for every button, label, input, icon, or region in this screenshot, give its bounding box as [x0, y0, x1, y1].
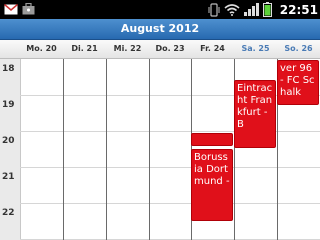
week-grid[interactable]: 18 19 20 21 22 Borussia Dortmund - Eintr… [0, 59, 320, 240]
wifi-icon [224, 4, 240, 16]
month-title: August 2012 [120, 22, 200, 35]
event-title: Borussia Dortmund - [194, 152, 230, 187]
hour-label-22: 22 [2, 208, 15, 218]
day-label: So. 26 [284, 44, 313, 53]
hour-gridline [20, 167, 320, 168]
day-label: Fr. 24 [200, 44, 225, 53]
day-label: Sa. 25 [241, 44, 270, 53]
briefcase-icon [22, 3, 35, 15]
month-title-bar[interactable]: August 2012 [0, 19, 320, 40]
day-header-mo-20[interactable]: Mo. 20 [20, 40, 63, 58]
hour-label-19: 19 [2, 100, 15, 110]
day-label: Di. 21 [71, 44, 98, 53]
day-header-fr-24[interactable]: Fr. 24 [191, 40, 234, 58]
day-label: Mo. 20 [26, 44, 57, 53]
day-label: Do. 23 [155, 44, 185, 53]
day-header-mi-22[interactable]: Mi. 22 [106, 40, 149, 58]
status-clock: 22:51 [279, 2, 318, 17]
status-bar: 22:51 [0, 0, 320, 19]
hour-label-21: 21 [2, 172, 15, 182]
event-eintracht-frankfurt[interactable]: Eintracht Frankfurt - B [234, 80, 276, 148]
signal-icon [243, 3, 259, 16]
hour-label-20: 20 [2, 136, 15, 146]
day-label: Mi. 22 [113, 44, 142, 53]
event-borussia-dortmund[interactable]: Borussia Dortmund - [191, 149, 233, 221]
battery-icon [262, 2, 272, 17]
day-separator [106, 59, 107, 240]
hour-gridline [20, 203, 320, 204]
day-separator [63, 59, 64, 240]
day-header-di-21[interactable]: Di. 21 [63, 40, 106, 58]
vibrate-icon [208, 2, 220, 17]
day-header-sa-25[interactable]: Sa. 25 [234, 40, 277, 58]
day-header-row: Mo. 20 Di. 21 Mi. 22 Do. 23 Fr. 24 Sa. 2… [0, 40, 320, 59]
hour-column: 18 19 20 21 22 [0, 59, 21, 240]
hour-label-18: 18 [2, 64, 15, 74]
event-title: ver 96 - FC Schalk [280, 63, 315, 98]
day-header-so-26[interactable]: So. 26 [277, 40, 320, 58]
event-fr-24-short[interactable] [191, 133, 233, 146]
event-title: Eintracht Frankfurt - B [237, 83, 273, 130]
day-separator [149, 59, 150, 240]
event-hannover-schalke[interactable]: ver 96 - FC Schalk [277, 60, 319, 105]
day-header-do-23[interactable]: Do. 23 [149, 40, 191, 58]
gmail-icon [4, 3, 18, 15]
